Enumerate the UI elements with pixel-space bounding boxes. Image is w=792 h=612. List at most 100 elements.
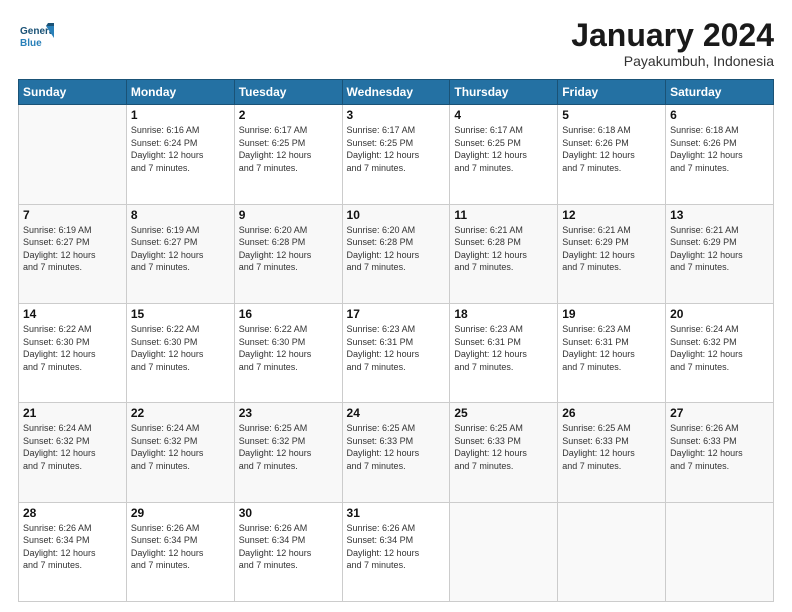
cell-w2-d6: 12 Sunrise: 6:21 AM Sunset: 6:29 PM Dayli… bbox=[558, 204, 666, 303]
day-number-18: 18 bbox=[454, 307, 553, 321]
day-number-7: 7 bbox=[23, 208, 122, 222]
day-info-31: Sunrise: 6:26 AM Sunset: 6:34 PM Dayligh… bbox=[347, 522, 446, 572]
day-number-21: 21 bbox=[23, 406, 122, 420]
logo-icon: General Blue bbox=[18, 18, 54, 54]
day-number-8: 8 bbox=[131, 208, 230, 222]
cell-w4-d1: 21 Sunrise: 6:24 AM Sunset: 6:32 PM Dayli… bbox=[19, 403, 127, 502]
header-row: Sunday Monday Tuesday Wednesday Thursday… bbox=[19, 80, 774, 105]
cell-w3-d5: 18 Sunrise: 6:23 AM Sunset: 6:31 PM Dayli… bbox=[450, 303, 558, 402]
svg-text:Blue: Blue bbox=[20, 38, 42, 49]
week-row-1: 1 Sunrise: 6:16 AM Sunset: 6:24 PM Daylig… bbox=[19, 105, 774, 204]
day-number-26: 26 bbox=[562, 406, 661, 420]
day-info-25: Sunrise: 6:25 AM Sunset: 6:33 PM Dayligh… bbox=[454, 422, 553, 472]
header-thursday: Thursday bbox=[450, 80, 558, 105]
day-info-12: Sunrise: 6:21 AM Sunset: 6:29 PM Dayligh… bbox=[562, 224, 661, 274]
day-number-13: 13 bbox=[670, 208, 769, 222]
cell-w5-d3: 30 Sunrise: 6:26 AM Sunset: 6:34 PM Dayli… bbox=[234, 502, 342, 601]
day-number-15: 15 bbox=[131, 307, 230, 321]
day-number-28: 28 bbox=[23, 506, 122, 520]
cell-w5-d6 bbox=[558, 502, 666, 601]
day-info-4: Sunrise: 6:17 AM Sunset: 6:25 PM Dayligh… bbox=[454, 124, 553, 174]
day-number-25: 25 bbox=[454, 406, 553, 420]
day-info-7: Sunrise: 6:19 AM Sunset: 6:27 PM Dayligh… bbox=[23, 224, 122, 274]
cell-w4-d7: 27 Sunrise: 6:26 AM Sunset: 6:33 PM Dayli… bbox=[666, 403, 774, 502]
cell-w3-d3: 16 Sunrise: 6:22 AM Sunset: 6:30 PM Dayli… bbox=[234, 303, 342, 402]
day-number-27: 27 bbox=[670, 406, 769, 420]
day-number-11: 11 bbox=[454, 208, 553, 222]
cell-w1-d5: 4Sunrise: 6:17 AM Sunset: 6:25 PM Daylig… bbox=[450, 105, 558, 204]
day-number-16: 16 bbox=[239, 307, 338, 321]
day-number-9: 9 bbox=[239, 208, 338, 222]
page: General Blue January 2024 Payakumbuh, In… bbox=[0, 0, 792, 612]
day-info-30: Sunrise: 6:26 AM Sunset: 6:34 PM Dayligh… bbox=[239, 522, 338, 572]
day-number-17: 17 bbox=[347, 307, 446, 321]
day-info-24: Sunrise: 6:25 AM Sunset: 6:33 PM Dayligh… bbox=[347, 422, 446, 472]
day-number-20: 20 bbox=[670, 307, 769, 321]
day-number-22: 22 bbox=[131, 406, 230, 420]
cell-w4-d3: 23 Sunrise: 6:25 AM Sunset: 6:32 PM Dayli… bbox=[234, 403, 342, 502]
day-number-29: 29 bbox=[131, 506, 230, 520]
day-number-19: 19 bbox=[562, 307, 661, 321]
cell-w2-d3: 9 Sunrise: 6:20 AM Sunset: 6:28 PM Daylig… bbox=[234, 204, 342, 303]
cell-w1-d3: 2Sunrise: 6:17 AM Sunset: 6:25 PM Daylig… bbox=[234, 105, 342, 204]
cell-w2-d4: 10 Sunrise: 6:20 AM Sunset: 6:28 PM Dayli… bbox=[342, 204, 450, 303]
day-number-1: 1 bbox=[131, 108, 230, 122]
day-info-6: Sunrise: 6:18 AM Sunset: 6:26 PM Dayligh… bbox=[670, 124, 769, 174]
day-info-1: Sunrise: 6:16 AM Sunset: 6:24 PM Dayligh… bbox=[131, 124, 230, 174]
day-info-3: Sunrise: 6:17 AM Sunset: 6:25 PM Dayligh… bbox=[347, 124, 446, 174]
title-block: January 2024 Payakumbuh, Indonesia bbox=[571, 18, 774, 69]
cell-w1-d6: 5Sunrise: 6:18 AM Sunset: 6:26 PM Daylig… bbox=[558, 105, 666, 204]
header: General Blue January 2024 Payakumbuh, In… bbox=[18, 18, 774, 69]
cell-w4-d5: 25 Sunrise: 6:25 AM Sunset: 6:33 PM Dayli… bbox=[450, 403, 558, 502]
day-info-9: Sunrise: 6:20 AM Sunset: 6:28 PM Dayligh… bbox=[239, 224, 338, 274]
day-info-13: Sunrise: 6:21 AM Sunset: 6:29 PM Dayligh… bbox=[670, 224, 769, 274]
day-info-11: Sunrise: 6:21 AM Sunset: 6:28 PM Dayligh… bbox=[454, 224, 553, 274]
cell-w1-d7: 6Sunrise: 6:18 AM Sunset: 6:26 PM Daylig… bbox=[666, 105, 774, 204]
week-row-4: 21 Sunrise: 6:24 AM Sunset: 6:32 PM Dayli… bbox=[19, 403, 774, 502]
day-number-14: 14 bbox=[23, 307, 122, 321]
week-row-2: 7 Sunrise: 6:19 AM Sunset: 6:27 PM Daylig… bbox=[19, 204, 774, 303]
cell-w2-d7: 13 Sunrise: 6:21 AM Sunset: 6:29 PM Dayli… bbox=[666, 204, 774, 303]
cell-w4-d2: 22 Sunrise: 6:24 AM Sunset: 6:32 PM Dayli… bbox=[126, 403, 234, 502]
day-number-23: 23 bbox=[239, 406, 338, 420]
day-number-10: 10 bbox=[347, 208, 446, 222]
cell-w5-d5 bbox=[450, 502, 558, 601]
day-info-22: Sunrise: 6:24 AM Sunset: 6:32 PM Dayligh… bbox=[131, 422, 230, 472]
cell-w4-d4: 24 Sunrise: 6:25 AM Sunset: 6:33 PM Dayli… bbox=[342, 403, 450, 502]
day-number-12: 12 bbox=[562, 208, 661, 222]
cell-w3-d4: 17Sunrise: 6:23 AM Sunset: 6:31 PM Dayli… bbox=[342, 303, 450, 402]
cell-w1-d1 bbox=[19, 105, 127, 204]
day-info-28: Sunrise: 6:26 AM Sunset: 6:34 PM Dayligh… bbox=[23, 522, 122, 572]
day-info-23: Sunrise: 6:25 AM Sunset: 6:32 PM Dayligh… bbox=[239, 422, 338, 472]
week-row-5: 28 Sunrise: 6:26 AM Sunset: 6:34 PM Dayli… bbox=[19, 502, 774, 601]
day-number-30: 30 bbox=[239, 506, 338, 520]
cell-w2-d2: 8 Sunrise: 6:19 AM Sunset: 6:27 PM Daylig… bbox=[126, 204, 234, 303]
day-info-26: Sunrise: 6:25 AM Sunset: 6:33 PM Dayligh… bbox=[562, 422, 661, 472]
cell-w4-d6: 26 Sunrise: 6:25 AM Sunset: 6:33 PM Dayli… bbox=[558, 403, 666, 502]
cell-w3-d6: 19Sunrise: 6:23 AM Sunset: 6:31 PM Dayli… bbox=[558, 303, 666, 402]
cell-w5-d2: 29Sunrise: 6:26 AM Sunset: 6:34 PM Dayli… bbox=[126, 502, 234, 601]
cell-w3-d2: 15 Sunrise: 6:22 AM Sunset: 6:30 PM Dayli… bbox=[126, 303, 234, 402]
day-info-27: Sunrise: 6:26 AM Sunset: 6:33 PM Dayligh… bbox=[670, 422, 769, 472]
day-info-16: Sunrise: 6:22 AM Sunset: 6:30 PM Dayligh… bbox=[239, 323, 338, 373]
day-number-24: 24 bbox=[347, 406, 446, 420]
cell-w5-d4: 31 Sunrise: 6:26 AM Sunset: 6:34 PM Dayli… bbox=[342, 502, 450, 601]
header-saturday: Saturday bbox=[666, 80, 774, 105]
day-number-31: 31 bbox=[347, 506, 446, 520]
cell-w2-d1: 7 Sunrise: 6:19 AM Sunset: 6:27 PM Daylig… bbox=[19, 204, 127, 303]
cell-w3-d1: 14Sunrise: 6:22 AM Sunset: 6:30 PM Dayli… bbox=[19, 303, 127, 402]
header-tuesday: Tuesday bbox=[234, 80, 342, 105]
day-info-8: Sunrise: 6:19 AM Sunset: 6:27 PM Dayligh… bbox=[131, 224, 230, 274]
day-info-15: Sunrise: 6:22 AM Sunset: 6:30 PM Dayligh… bbox=[131, 323, 230, 373]
day-info-2: Sunrise: 6:17 AM Sunset: 6:25 PM Dayligh… bbox=[239, 124, 338, 174]
logo: General Blue bbox=[18, 18, 54, 54]
header-wednesday: Wednesday bbox=[342, 80, 450, 105]
day-info-10: Sunrise: 6:20 AM Sunset: 6:28 PM Dayligh… bbox=[347, 224, 446, 274]
cell-w1-d4: 3Sunrise: 6:17 AM Sunset: 6:25 PM Daylig… bbox=[342, 105, 450, 204]
day-info-20: Sunrise: 6:24 AM Sunset: 6:32 PM Dayligh… bbox=[670, 323, 769, 373]
month-title: January 2024 bbox=[571, 18, 774, 53]
cell-w5-d1: 28 Sunrise: 6:26 AM Sunset: 6:34 PM Dayli… bbox=[19, 502, 127, 601]
day-info-21: Sunrise: 6:24 AM Sunset: 6:32 PM Dayligh… bbox=[23, 422, 122, 472]
day-info-18: Sunrise: 6:23 AM Sunset: 6:31 PM Dayligh… bbox=[454, 323, 553, 373]
day-info-5: Sunrise: 6:18 AM Sunset: 6:26 PM Dayligh… bbox=[562, 124, 661, 174]
